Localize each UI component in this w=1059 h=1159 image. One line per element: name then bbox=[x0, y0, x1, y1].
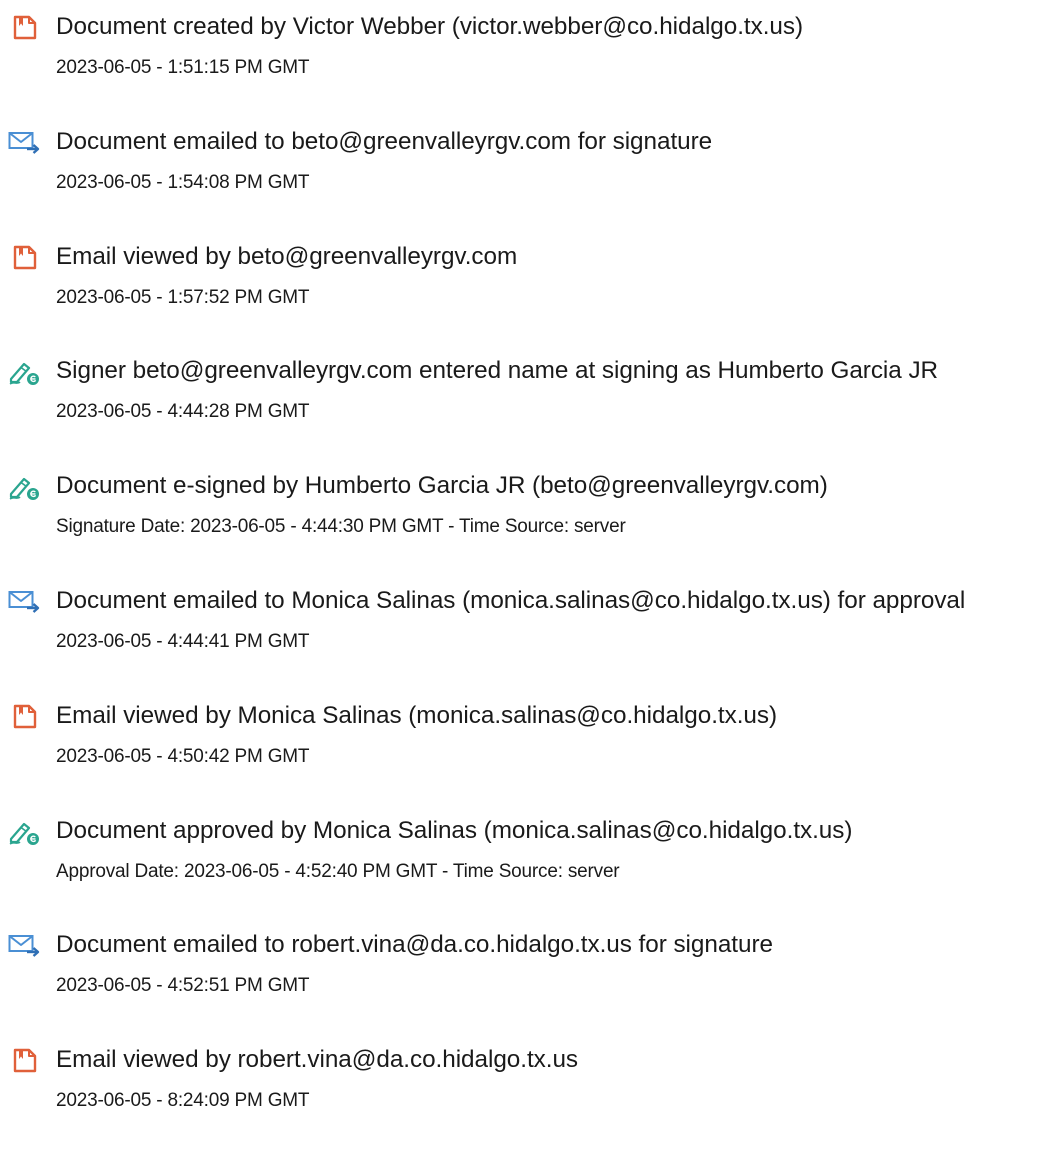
document-icon bbox=[8, 1046, 42, 1076]
event-timestamp: 2023-06-05 - 4:44:41 PM GMT bbox=[56, 630, 310, 652]
event-title: Signer beto@greenvalleyrgv.com entered n… bbox=[56, 357, 939, 385]
event-title: Document emailed to Monica Salinas (moni… bbox=[56, 586, 966, 614]
document-icon bbox=[8, 243, 42, 273]
audit-event: Document approved by Monica Salinas (mon… bbox=[0, 815, 1059, 930]
audit-event: Document e-signed by Humberto Garcia JR … bbox=[0, 470, 1059, 585]
event-title: Email viewed by Monica Salinas (monica.s… bbox=[56, 701, 777, 729]
event-approval-date: Approval Date: 2023-06-05 - 4:52:40 PM G… bbox=[56, 860, 620, 882]
email-icon bbox=[8, 931, 42, 961]
event-timestamp: 2023-06-05 - 1:51:15 PM GMT bbox=[56, 57, 310, 78]
event-signature-date: Signature Date: 2023-06-05 - 4:44:30 PM … bbox=[56, 516, 626, 538]
event-title: Document e-signed by Humberto Garcia JR … bbox=[56, 472, 828, 500]
email-icon bbox=[8, 128, 42, 158]
audit-event-list: Document created by Victor Webber (victo… bbox=[0, 11, 1059, 1159]
event-title: Document emailed to beto@greenvalleyrgv.… bbox=[56, 127, 713, 155]
event-timestamp: 2023-06-05 - 4:50:42 PM GMT bbox=[56, 745, 310, 767]
event-timestamp: 2023-06-05 - 1:57:52 PM GMT bbox=[56, 286, 310, 308]
event-timestamp: 2023-06-05 - 1:54:08 PM GMT bbox=[56, 171, 310, 193]
event-title: Document created by Victor Webber (victo… bbox=[56, 13, 804, 40]
event-title: Document emailed to robert.vina@da.co.hi… bbox=[56, 931, 773, 959]
audit-event: Signer beto@greenvalleyrgv.com entered n… bbox=[0, 355, 1059, 470]
event-title: Email viewed by robert.vina@da.co.hidalg… bbox=[56, 1046, 579, 1074]
event-timestamp: 2023-06-05 - 4:52:51 PM GMT bbox=[56, 975, 310, 997]
audit-event: Document emailed to beto@greenvalleyrgv.… bbox=[0, 126, 1059, 241]
audit-event: Email viewed by beto@greenvalleyrgv.com … bbox=[0, 241, 1059, 356]
document-icon bbox=[8, 702, 42, 732]
event-title: Email viewed by beto@greenvalleyrgv.com bbox=[56, 242, 518, 270]
audit-event: Document emailed to Monica Salinas (moni… bbox=[0, 585, 1059, 700]
audit-event: Document created by Victor Webber (victo… bbox=[0, 11, 1059, 126]
event-title: Document approved by Monica Salinas (mon… bbox=[56, 816, 853, 844]
document-icon bbox=[8, 13, 42, 43]
event-timestamp: 2023-06-05 - 8:24:09 PM GMT bbox=[56, 1090, 310, 1112]
email-icon bbox=[8, 587, 42, 617]
signature-icon bbox=[8, 817, 42, 847]
signature-icon bbox=[8, 472, 42, 502]
audit-event: Email viewed by Monica Salinas (monica.s… bbox=[0, 700, 1059, 815]
signature-icon bbox=[8, 357, 42, 387]
audit-event: Document emailed to robert.vina@da.co.hi… bbox=[0, 929, 1059, 1044]
event-timestamp: 2023-06-05 - 4:44:28 PM GMT bbox=[56, 401, 310, 423]
audit-event: Email viewed by robert.vina@da.co.hidalg… bbox=[0, 1044, 1059, 1159]
